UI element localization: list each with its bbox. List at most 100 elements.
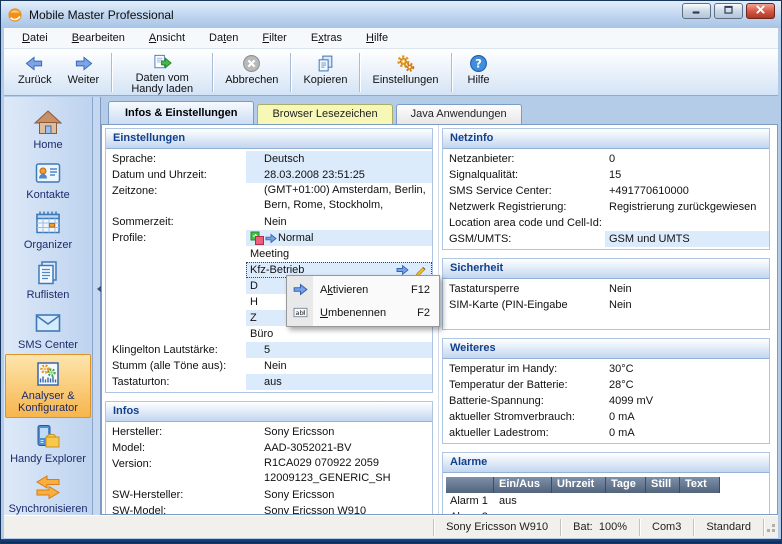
handy-explorer-icon (33, 422, 63, 452)
menu-item-daten[interactable]: Daten (197, 28, 250, 48)
field-value[interactable]: aus (246, 374, 432, 390)
sidebar-item-home[interactable]: Home (5, 104, 91, 154)
activate-arrow-icon (287, 283, 313, 296)
menu-mnemonic: F (262, 32, 269, 44)
menu-item-ansicht[interactable]: Ansicht (137, 28, 197, 48)
tab-browser-lesezeichen[interactable]: Browser Lesezeichen (257, 104, 392, 124)
alarm-col-blank (446, 477, 494, 493)
context-menu-item-aktivieren[interactable]: AktivierenF12 (287, 278, 439, 301)
field-label: Model: (106, 440, 246, 456)
alarm-col-text[interactable]: Text (680, 477, 720, 493)
field-value-text: H (250, 294, 258, 310)
field-value-text: D (250, 278, 258, 294)
field-label: Temperatur im Handy: (443, 361, 605, 377)
field-label: Tastaturton: (106, 374, 246, 390)
forward-arrow-icon (74, 53, 93, 74)
menu-item-hilfe[interactable]: Hilfe (354, 28, 400, 48)
settings-row: Datum und Uhrzeit:28.03.2008 23:51:25 (106, 167, 432, 183)
field-label: Hersteller: (106, 424, 246, 440)
sidebar-item-label: SMS Center (18, 339, 78, 351)
toolbar-button-hilfe[interactable]: ?Hilfe (456, 51, 502, 94)
settings-row: Klingelton Lautstärke:5 (106, 342, 432, 358)
alarm-ein-aus-value: aus (494, 495, 552, 507)
panel-weiteres-title: Weiteres (443, 339, 769, 359)
alarm-col-uhrzeit[interactable]: Uhrzeit (552, 477, 606, 493)
field-value: 28°C (605, 377, 769, 393)
settings-row: Tastaturton:aus (106, 374, 432, 390)
tab-java-anwendungen[interactable]: Java Anwendungen (396, 104, 522, 124)
window-title: Mobile Master Professional (29, 8, 174, 22)
menu-mnemonic: H (366, 32, 374, 44)
field-value[interactable]: Büro (246, 326, 432, 342)
field-value[interactable]: Nein (246, 214, 432, 230)
field-value-text: (GMT+01:00) Amsterdam, Berlin, Bern, Rom… (264, 183, 432, 213)
sidebar-item-label: Home (33, 139, 62, 151)
panel-weiteres: Weiteres Temperatur im Handy:30°CTempera… (442, 338, 770, 444)
toolbar-button-einstellungen[interactable]: Einstellungen (364, 51, 446, 94)
panel-sicherheit-title: Sicherheit (443, 259, 769, 279)
sidebar-item-label: Handy Explorer (10, 453, 86, 465)
tab-infos-einstellungen[interactable]: Infos & Einstellungen (108, 101, 254, 124)
close-button[interactable] (746, 3, 775, 19)
sidebar-splitter[interactable] (93, 97, 101, 515)
menu-item-extras[interactable]: Extras (299, 28, 354, 48)
field-value: GSM und UMTS (605, 231, 769, 247)
sidebar-item-handy-explorer[interactable]: Handy Explorer (5, 418, 91, 468)
field-label: Location area code und Cell-Id: (443, 215, 605, 231)
field-value[interactable]: 5 (246, 342, 432, 358)
menu-item-label: E (311, 32, 318, 44)
menu-mnemonic: D (22, 32, 30, 44)
context-menu: AktivierenF12abUmbenennenF2 (286, 275, 440, 327)
sidebar-item-label: Kontakte (26, 189, 69, 201)
field-value-text: R1CA029 070922 2059 12009123_GENERIC_SH (264, 456, 432, 486)
sidebar-item-kontakte[interactable]: Kontakte (5, 154, 91, 204)
contacts-icon (33, 158, 63, 188)
sidebar-item-analyser-konfigurator[interactable]: Analyser & Konfigurator (5, 354, 91, 418)
resize-grip[interactable] (764, 519, 778, 535)
maximize-button[interactable] (714, 3, 743, 19)
context-menu-shortcut: F2 (405, 307, 430, 319)
menu-item-filter[interactable]: Filter (250, 28, 298, 48)
menu-item-bearbeiten[interactable]: Bearbeiten (60, 28, 137, 48)
titlebar[interactable]: Mobile Master Professional (1, 1, 781, 28)
field-value[interactable]: Deutsch (246, 151, 432, 167)
field-value[interactable]: (GMT+01:00) Amsterdam, Berlin, Bern, Rom… (246, 183, 432, 214)
toolbar-button-kopieren[interactable]: Kopieren (295, 51, 355, 94)
sidebar-item-label: Organizer (24, 239, 72, 251)
field-value: Nein (605, 281, 769, 297)
settings-row: Sprache:Deutsch (106, 151, 432, 167)
field-value-text: 5 (264, 342, 270, 358)
field-value: Registrierung zurückgewiesen (605, 199, 769, 215)
alarm-col-tage[interactable]: Tage (606, 477, 646, 493)
field-value[interactable]: 28.03.2008 23:51:25 (246, 167, 432, 183)
field-value[interactable]: Meeting (246, 246, 432, 262)
field-value[interactable]: Normal (246, 230, 432, 246)
alarm-col-ein-aus[interactable]: Ein/Aus (494, 477, 552, 493)
sidebar-item-ruflisten[interactable]: Ruflisten (5, 254, 91, 304)
toolbar-button-weiter[interactable]: Weiter (60, 51, 108, 94)
toolbar-button-daten-vom-handy-laden[interactable]: Daten vom Handy laden (116, 51, 208, 94)
weiteres-row: Temperatur im Handy:30°C (443, 361, 769, 377)
toolbar-button-abbrechen[interactable]: Abbrechen (217, 51, 286, 94)
menu-item-datei[interactable]: Datei (10, 28, 60, 48)
field-value: 0 mA (605, 425, 769, 441)
sidebar-item-sms-center[interactable]: SMS Center (5, 304, 91, 354)
settings-row: Stumm (alle Töne aus):Nein (106, 358, 432, 374)
sidebar-item-synchronisieren[interactable]: Synchronisieren (5, 468, 91, 515)
synchronize-icon (33, 472, 63, 502)
field-label: Sprache: (106, 151, 246, 167)
minimize-button[interactable] (682, 3, 711, 19)
toolbar-button-zurück[interactable]: Zurück (10, 51, 60, 94)
sidebar-item-organizer[interactable]: Organizer (5, 204, 91, 254)
field-label (106, 326, 246, 342)
profiles-icon (250, 231, 264, 245)
alarm-row: Alarm 1aus (446, 493, 766, 509)
context-menu-item-umbenennen[interactable]: abUmbenennenF2 (287, 301, 439, 324)
alarm-col-still[interactable]: Still (646, 477, 680, 493)
panel-infos: Infos Hersteller:Sony EricssonModel:AAD-… (105, 401, 433, 514)
field-value[interactable]: Nein (246, 358, 432, 374)
settings-row: Sommerzeit:Nein (106, 214, 432, 230)
menu-item-label: nsicht (156, 32, 185, 44)
sidebar: Home Kontakte Organizer Ruflisten SMS Center… (4, 97, 93, 515)
field-label: aktueller Stromverbrauch: (443, 409, 605, 425)
